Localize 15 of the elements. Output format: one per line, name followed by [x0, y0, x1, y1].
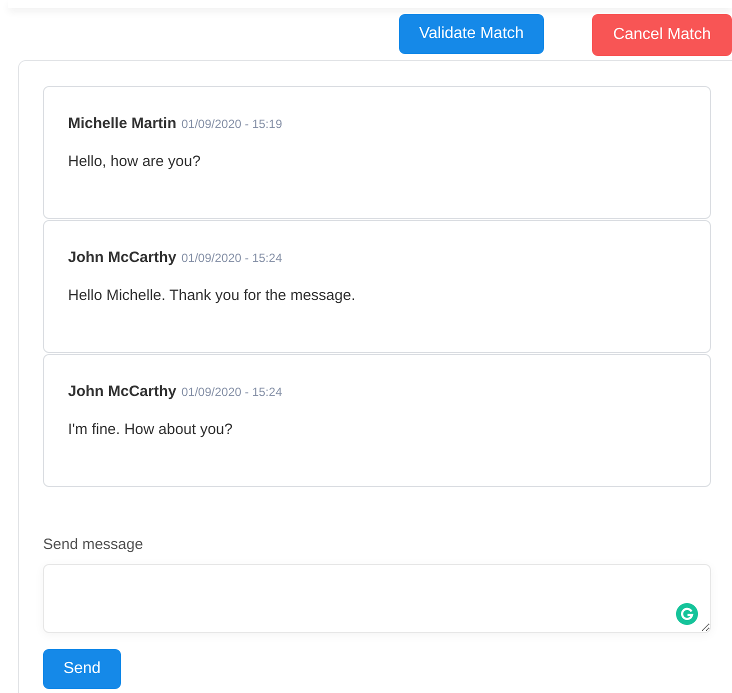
send-button[interactable]: Send — [43, 649, 121, 689]
field-label: Send message — [43, 536, 144, 553]
grammar-assistant-icon[interactable] — [676, 603, 698, 625]
message-time: 01/09/2020 - 15:24 — [181, 251, 282, 265]
message-author: John McCarthy — [68, 383, 176, 400]
message-text: I'm fine. How about you? — [68, 421, 234, 438]
message-time: 01/09/2020 - 15:24 — [181, 385, 282, 399]
message-field[interactable] — [43, 564, 711, 633]
message-time: 01/09/2020 - 15:19 — [181, 117, 282, 131]
cancel-match-button[interactable]: Cancel Match — [592, 14, 732, 56]
message-text: Hello, how are you? — [68, 153, 202, 170]
message-author: John McCarthy — [68, 249, 176, 266]
message-author: Michelle Martin — [68, 115, 176, 132]
message-text: Hello Michelle. Thank you for the message. — [68, 287, 356, 304]
validate-match-button[interactable]: Validate Match — [399, 14, 544, 54]
